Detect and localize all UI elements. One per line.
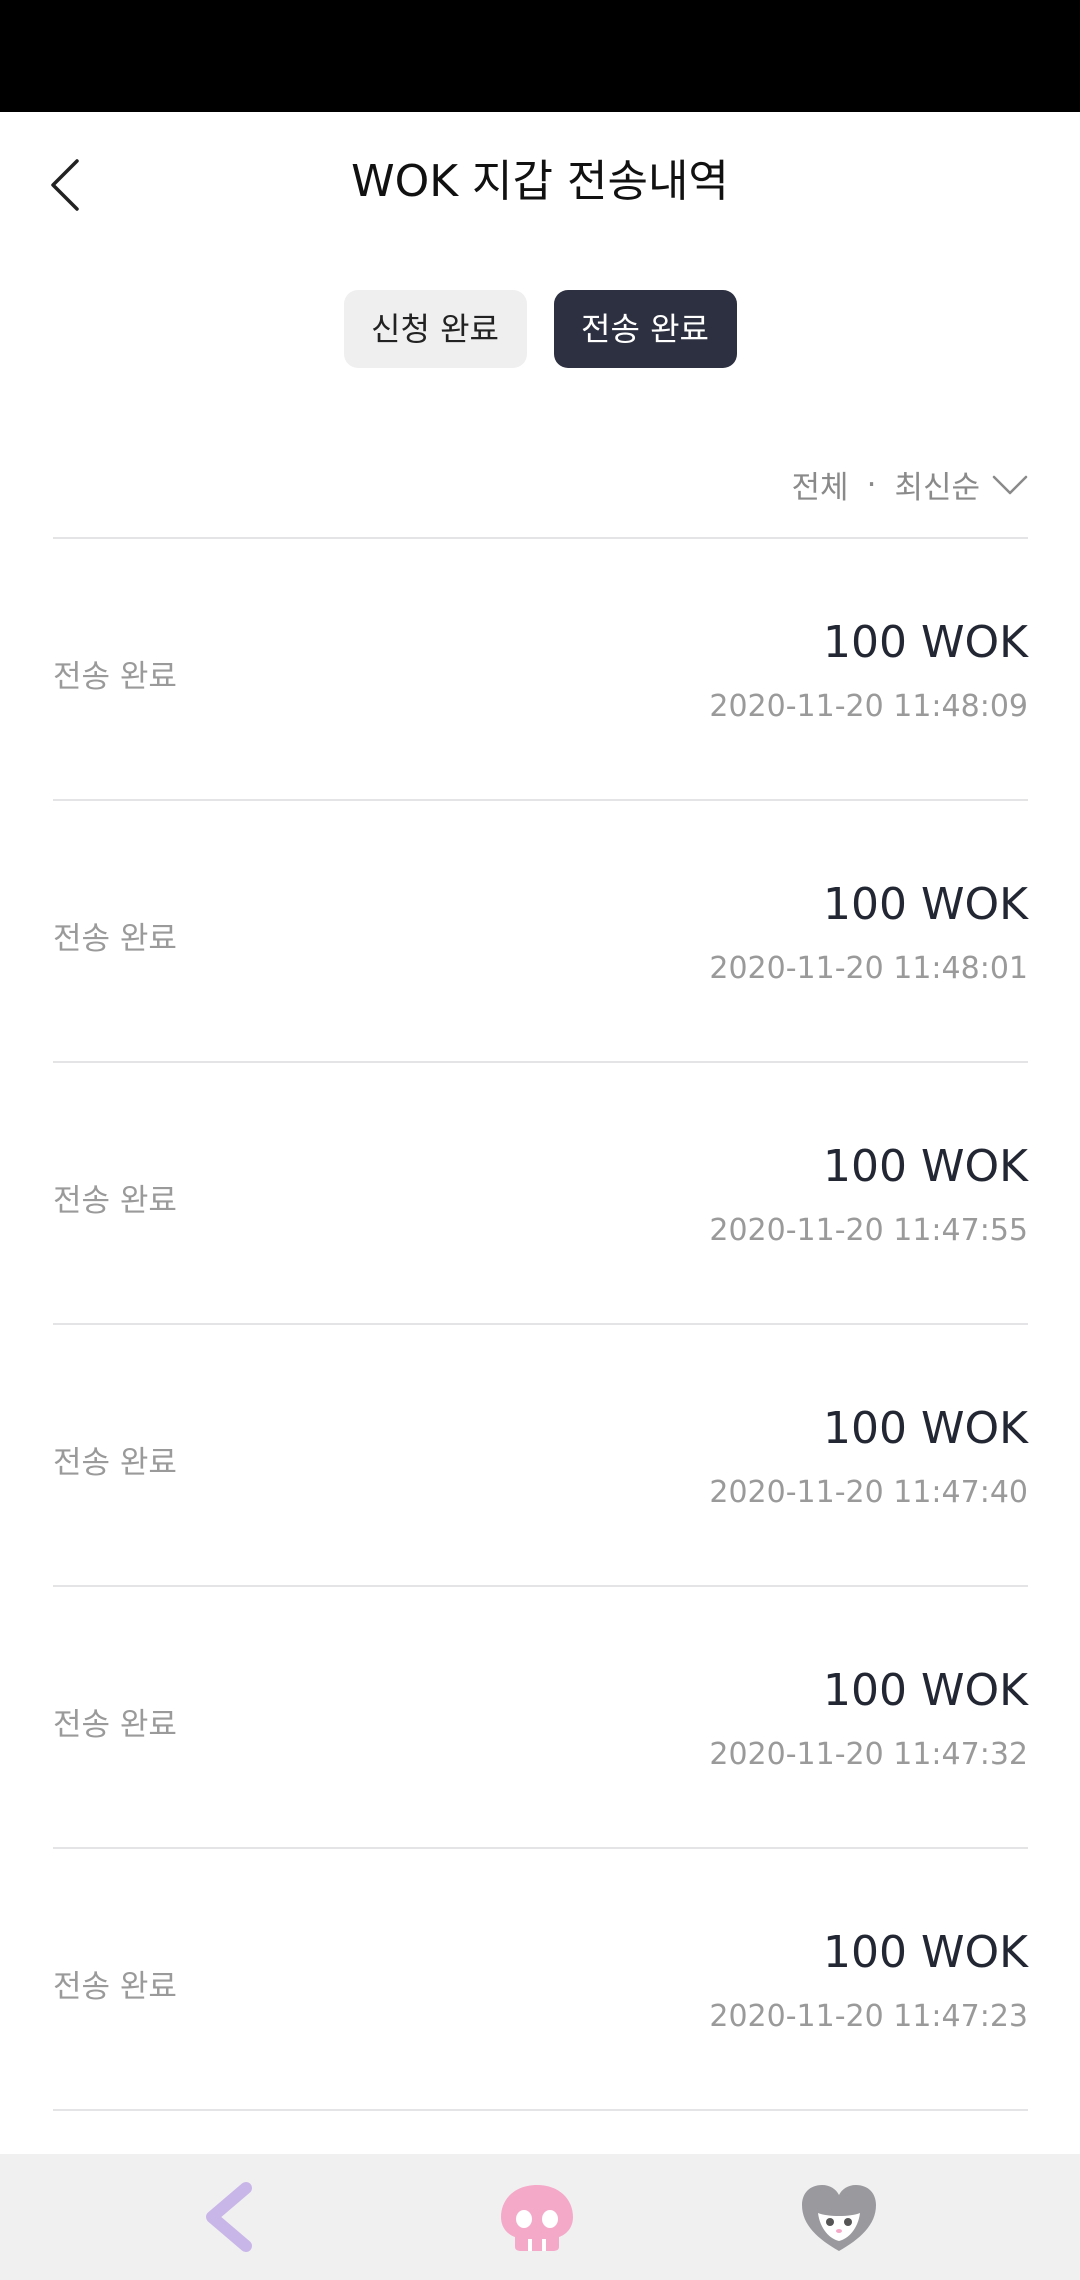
filter-scope: 전체 bbox=[791, 470, 849, 506]
tab-transfer-complete[interactable]: 전송 완료 bbox=[553, 290, 737, 368]
page-title: WOK 지갑 전송내역 bbox=[351, 156, 729, 207]
transaction-list: 전송 완료 100 WOK 2020-11-20 11:48:09 전송 완료 … bbox=[53, 537, 1028, 2111]
transaction-amount: 100 WOK bbox=[823, 1141, 1028, 1192]
back-arrow-icon bbox=[206, 2182, 252, 2252]
transaction-datetime: 2020-11-20 11:47:23 bbox=[709, 1999, 1028, 2034]
transaction-datetime: 2020-11-20 11:47:40 bbox=[709, 1475, 1028, 1510]
transaction-status: 전송 완료 bbox=[53, 1445, 177, 1481]
transaction-amount: 100 WOK bbox=[823, 1403, 1028, 1454]
filter-sort: 최신순 bbox=[894, 470, 980, 506]
tab-request-complete[interactable]: 신청 완료 bbox=[343, 290, 527, 368]
transaction-status: 전송 완료 bbox=[53, 921, 177, 957]
transaction-datetime: 2020-11-20 11:48:01 bbox=[709, 951, 1028, 986]
nav-back-button[interactable] bbox=[178, 2167, 278, 2267]
filter-separator: · bbox=[866, 466, 877, 503]
header: WOK 지갑 전송내역 bbox=[0, 112, 1080, 254]
transaction-amount: 100 WOK bbox=[823, 879, 1028, 930]
transaction-status: 전송 완료 bbox=[53, 1707, 177, 1743]
filter-sort-dropdown[interactable]: 전체 · 최신순 bbox=[792, 462, 1028, 507]
transaction-row[interactable]: 전송 완료 100 WOK 2020-11-20 11:48:01 bbox=[53, 801, 1028, 1063]
transaction-row[interactable]: 전송 완료 100 WOK 2020-11-20 11:47:23 bbox=[53, 1849, 1028, 2111]
bottom-nav bbox=[0, 2154, 1080, 2280]
transaction-row[interactable]: 전송 완료 100 WOK 2020-11-20 11:47:40 bbox=[53, 1325, 1028, 1587]
transaction-datetime: 2020-11-20 11:47:55 bbox=[709, 1213, 1028, 1248]
chevron-down-icon bbox=[992, 474, 1028, 496]
transaction-datetime: 2020-11-20 11:48:09 bbox=[709, 689, 1028, 724]
transaction-amount: 100 WOK bbox=[823, 1927, 1028, 1978]
tab-bar: 신청 완료 전송 완료 bbox=[0, 290, 1080, 368]
transaction-status: 전송 완료 bbox=[53, 659, 177, 695]
transaction-row[interactable]: 전송 완료 100 WOK 2020-11-20 11:47:32 bbox=[53, 1587, 1028, 1849]
nav-skull-button[interactable] bbox=[487, 2167, 587, 2267]
transaction-amount: 100 WOK bbox=[823, 1665, 1028, 1716]
transaction-amount: 100 WOK bbox=[823, 617, 1028, 668]
character-icon bbox=[802, 2185, 876, 2251]
transaction-datetime: 2020-11-20 11:47:32 bbox=[709, 1737, 1028, 1772]
transaction-status: 전송 완료 bbox=[53, 1183, 177, 1219]
transaction-status: 전송 완료 bbox=[53, 1969, 177, 2005]
transaction-row[interactable]: 전송 완료 100 WOK 2020-11-20 11:47:55 bbox=[53, 1063, 1028, 1325]
nav-character-button[interactable] bbox=[789, 2167, 889, 2267]
transaction-row[interactable]: 전송 완료 100 WOK 2020-11-20 11:48:09 bbox=[53, 539, 1028, 801]
skull-icon bbox=[501, 2185, 573, 2251]
status-bar bbox=[0, 0, 1080, 112]
